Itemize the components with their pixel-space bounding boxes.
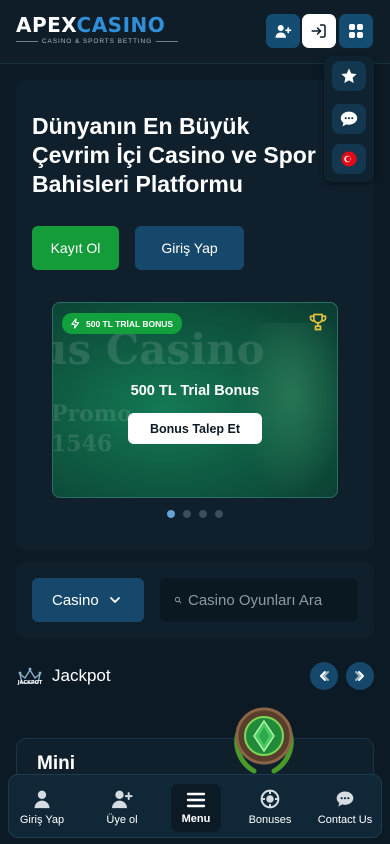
hamburger-icon xyxy=(186,792,206,807)
user-icon xyxy=(34,790,50,808)
apps-menu-button[interactable] xyxy=(339,14,373,48)
nav-bonuses[interactable]: Bonuses xyxy=(234,779,306,835)
double-chevron-left-icon xyxy=(320,671,329,681)
nav-contact-label: Contact Us xyxy=(317,813,373,826)
search-icon xyxy=(174,596,182,604)
nav-register[interactable]: Üye ol xyxy=(86,779,158,835)
bonus-badge: 500 TL TRİAL BONUS xyxy=(62,313,183,334)
nav-contact[interactable]: Contact Us xyxy=(309,779,381,835)
carousel-dot-4[interactable] xyxy=(215,510,223,518)
bonus-promo-card[interactable]: us Casino Promo 1546 500 TL TRİAL BONUS 5… xyxy=(52,302,338,498)
favorites-button[interactable] xyxy=(332,61,366,91)
card-background-promo: Promo 1546 xyxy=(52,401,132,457)
page: APEXCASINO CASINO & SPORTS BETTING Dünya xyxy=(0,0,390,844)
login-icon xyxy=(311,24,326,38)
support-chat-icon xyxy=(336,791,354,806)
svg-text:JACKPOT: JACKPOT xyxy=(17,680,43,686)
hero-banner: Dünyanın En Büyük Çevrim İçi Casino ve S… xyxy=(16,80,374,550)
bonus-title: 500 TL Trial Bonus xyxy=(130,383,260,399)
nav-login[interactable]: Giriş Yap xyxy=(6,779,78,835)
live-support-button[interactable] xyxy=(332,104,366,134)
bottom-navigation: Giriş Yap Üye ol Menu Bonuses Contact Us xyxy=(8,774,382,838)
login-button[interactable] xyxy=(302,14,336,48)
register-button[interactable] xyxy=(266,14,300,48)
lightning-icon xyxy=(71,318,80,329)
carousel-dot-3[interactable] xyxy=(199,510,207,518)
bonus-chip-icon xyxy=(260,789,280,808)
category-select[interactable]: Casino xyxy=(32,578,144,622)
mini-jackpot-label: Mini xyxy=(37,753,75,774)
logo-tagline: CASINO & SPORTS BETTING xyxy=(16,38,178,45)
language-button[interactable] xyxy=(332,144,366,174)
jackpot-label: Jackpot xyxy=(52,666,111,685)
top-header: APEXCASINO CASINO & SPORTS BETTING xyxy=(0,0,390,64)
nav-menu[interactable]: Menu xyxy=(171,784,221,832)
chevron-down-icon xyxy=(109,597,120,603)
carousel-dots xyxy=(167,510,223,518)
user-plus-icon xyxy=(275,25,292,38)
logo-text: APEXCASINO xyxy=(16,13,166,37)
category-select-label: Casino xyxy=(52,591,99,609)
trophy-icon xyxy=(309,313,327,331)
star-icon xyxy=(341,68,357,84)
jackpot-medal-icon xyxy=(234,707,294,774)
nav-register-label: Üye ol xyxy=(106,813,138,826)
quick-side-menu xyxy=(324,56,374,182)
hero-title: Dünyanın En Büyük Çevrim İçi Casino ve S… xyxy=(32,113,316,197)
turkish-flag-icon xyxy=(341,151,357,167)
jackpot-header: JACKPOT Jackpot xyxy=(16,660,374,692)
double-chevron-right-icon xyxy=(355,671,364,681)
jackpot-next-button[interactable] xyxy=(346,662,374,690)
user-plus-icon xyxy=(112,790,133,808)
nav-login-label: Giriş Yap xyxy=(19,813,65,826)
claim-bonus-button[interactable]: Bonus Talep Et xyxy=(128,413,262,444)
support-chat-icon xyxy=(340,111,358,127)
carousel-dot-1[interactable] xyxy=(167,510,175,518)
grid-apps-icon xyxy=(349,24,363,38)
logo[interactable]: APEXCASINO CASINO & SPORTS BETTING xyxy=(16,14,178,45)
search-input[interactable] xyxy=(188,591,358,609)
nav-bonuses-label: Bonuses xyxy=(248,813,292,826)
register-cta-button[interactable]: Kayıt Ol xyxy=(32,226,119,270)
game-search-panel: Casino xyxy=(16,562,374,638)
nav-menu-label: Menu xyxy=(181,812,211,825)
login-cta-button[interactable]: Giriş Yap xyxy=(135,226,244,270)
carousel-dot-2[interactable] xyxy=(183,510,191,518)
search-box[interactable] xyxy=(160,578,358,622)
jackpot-prev-button[interactable] xyxy=(310,662,338,690)
card-figure-image xyxy=(237,323,337,497)
jackpot-crown-icon: JACKPOT xyxy=(17,667,43,686)
